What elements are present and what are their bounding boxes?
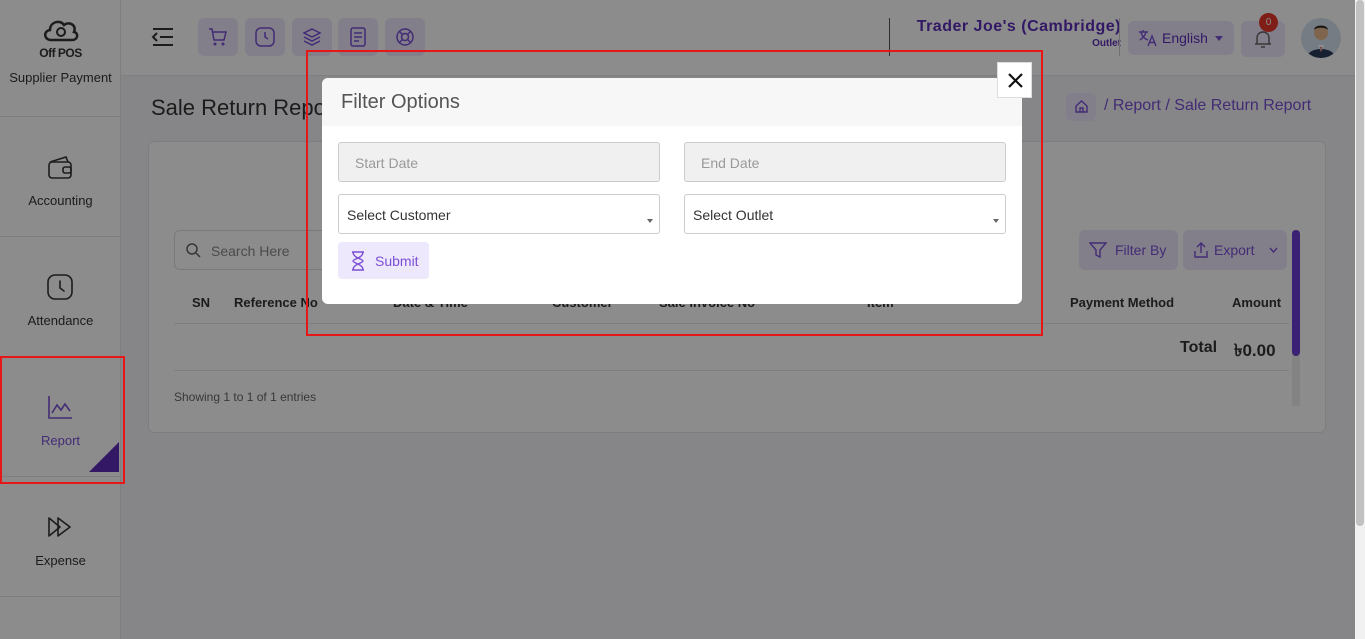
highlight-box-report [0,356,125,484]
page-scrollbar-thumb[interactable] [1356,0,1364,526]
highlight-box-modal [306,50,1043,336]
page-scrollbar[interactable] [1355,0,1365,639]
